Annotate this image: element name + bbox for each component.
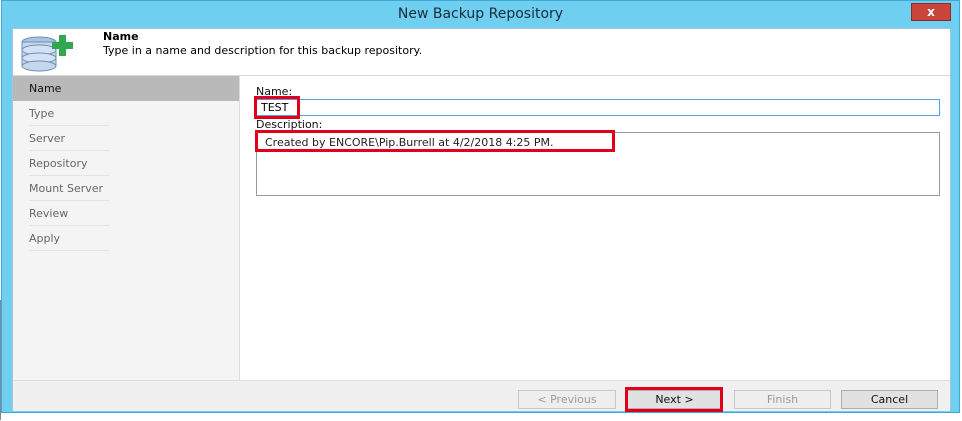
finish-button[interactable]: Finish	[734, 390, 831, 409]
wizard-footer: < Previous Next > Finish Cancel	[13, 380, 950, 412]
step-description: Type in a name and description for this …	[103, 44, 423, 57]
wizard-header: Name Type in a name and description for …	[13, 29, 950, 76]
previous-button[interactable]: < Previous	[518, 390, 616, 409]
window-title: New Backup Repository	[397, 6, 564, 22]
description-label: Description:	[256, 118, 323, 131]
dialog-window: New Backup Repository x Name Type in a n…	[1, 0, 960, 413]
step-review[interactable]: Review	[13, 201, 239, 226]
next-button[interactable]: Next >	[626, 390, 723, 409]
step-name[interactable]: Name	[13, 76, 239, 101]
step-repository[interactable]: Repository	[13, 151, 239, 176]
step-server[interactable]: Server	[13, 126, 239, 151]
step-mount-server[interactable]: Mount Server	[13, 176, 239, 201]
title-bar[interactable]: New Backup Repository x	[2, 1, 959, 28]
description-field[interactable]: Created by ENCORE\Pip.Burrell at 4/2/201…	[256, 132, 940, 196]
step-title: Name	[103, 30, 139, 43]
name-field[interactable]	[256, 99, 940, 116]
cancel-button[interactable]: Cancel	[841, 390, 938, 409]
wizard-steps: Name Type Server Repository Mount Server…	[13, 76, 240, 380]
step-type[interactable]: Type	[13, 101, 239, 126]
dialog-client: Name Type in a name and description for …	[12, 28, 951, 412]
wizard-content: Name: Description: Created by ENCORE\Pip…	[240, 76, 950, 380]
name-label: Name:	[256, 85, 293, 98]
database-add-icon	[21, 35, 73, 72]
description-text: Created by ENCORE\Pip.Burrell at 4/2/201…	[265, 136, 554, 149]
step-apply[interactable]: Apply	[13, 226, 239, 251]
close-button[interactable]: x	[911, 3, 951, 21]
